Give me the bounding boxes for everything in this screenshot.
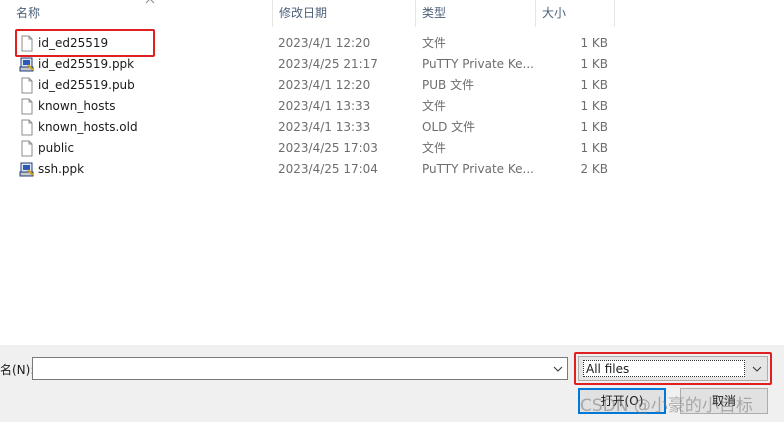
column-name-header[interactable]: 名称 xyxy=(10,0,272,27)
column-size-label: 大小 xyxy=(542,6,567,20)
column-date-label: 修改日期 xyxy=(279,6,328,20)
file-name: public xyxy=(38,141,75,155)
file-row[interactable]: public 2023/4/25 17:03 文件 1 KB xyxy=(0,138,784,159)
column-type-header[interactable]: 类型 xyxy=(415,0,535,27)
file-date: 2023/4/1 13:33 xyxy=(278,99,371,113)
file-date: 2023/4/25 21:17 xyxy=(278,57,378,71)
column-name-label: 名称 xyxy=(16,6,41,20)
cancel-button[interactable]: 取消 xyxy=(680,388,768,414)
file-size: 1 KB xyxy=(580,36,608,50)
file-size: 2 KB xyxy=(580,162,608,176)
filter-dropdown-button[interactable] xyxy=(749,360,765,377)
blank-file-icon xyxy=(21,119,33,136)
file-name: id_ed25519.ppk xyxy=(38,57,135,71)
sort-up-icon xyxy=(145,0,155,4)
file-row[interactable]: known_hosts 2023/4/1 13:33 文件 1 KB xyxy=(0,96,784,117)
file-size: 1 KB xyxy=(580,99,608,113)
file-size: 1 KB xyxy=(580,120,608,134)
column-date-header[interactable]: 修改日期 xyxy=(272,0,415,27)
file-name: ssh.ppk xyxy=(38,162,85,176)
file-list: 名称 修改日期 类型 大小 id_ed25519 2023/4/1 12:20 … xyxy=(0,0,784,345)
filename-label: 名(N): xyxy=(0,363,35,377)
file-type: PUB 文件 xyxy=(422,78,475,92)
filename-input[interactable] xyxy=(32,357,568,380)
file-name: id_ed25519 xyxy=(38,36,109,50)
filter-value: All files xyxy=(583,360,745,377)
file-type: 文件 xyxy=(422,99,447,113)
dialog-footer: 名(N): All files 打开(O) 取消 CSDN @小豪的小目标 xyxy=(0,345,784,422)
file-name: known_hosts.old xyxy=(38,120,138,134)
filename-dropdown-button[interactable] xyxy=(549,358,567,379)
file-row[interactable]: id_ed25519.ppk 2023/4/25 21:17 PuTTY Pri… xyxy=(0,54,784,75)
file-date: 2023/4/1 12:20 xyxy=(278,78,371,92)
file-row[interactable]: id_ed25519.pub 2023/4/1 12:20 PUB 文件 1 K… xyxy=(0,75,784,96)
file-row[interactable]: id_ed25519 2023/4/1 12:20 文件 1 KB xyxy=(0,33,784,54)
file-date: 2023/4/1 13:33 xyxy=(278,120,371,134)
column-header: 名称 修改日期 类型 大小 xyxy=(0,0,784,27)
file-size: 1 KB xyxy=(580,141,608,155)
file-size: 1 KB xyxy=(580,78,608,92)
open-button[interactable]: 打开(O) xyxy=(578,388,666,414)
file-type: PuTTY Private Ke... xyxy=(422,57,534,71)
file-type-filter[interactable]: All files xyxy=(578,356,768,381)
file-date: 2023/4/1 12:20 xyxy=(278,36,371,50)
file-row[interactable]: ssh.ppk 2023/4/25 17:04 PuTTY Private Ke… xyxy=(0,159,784,180)
blank-file-icon xyxy=(21,77,33,94)
putty-key-icon xyxy=(19,162,34,177)
column-type-label: 类型 xyxy=(422,6,447,20)
chevron-down-icon xyxy=(752,366,762,372)
file-name: id_ed25519.pub xyxy=(38,78,135,92)
file-row[interactable]: known_hosts.old 2023/4/1 13:33 OLD 文件 1 … xyxy=(0,117,784,138)
column-size-header[interactable]: 大小 xyxy=(535,0,615,27)
file-type: 文件 xyxy=(422,141,447,155)
file-size: 1 KB xyxy=(580,57,608,71)
file-date: 2023/4/25 17:03 xyxy=(278,141,378,155)
file-date: 2023/4/25 17:04 xyxy=(278,162,378,176)
blank-file-icon xyxy=(21,35,33,52)
chevron-down-icon xyxy=(553,366,563,372)
file-type: 文件 xyxy=(422,36,447,50)
file-name: known_hosts xyxy=(38,99,116,113)
putty-key-icon xyxy=(19,57,34,72)
file-type: OLD 文件 xyxy=(422,120,476,134)
file-type: PuTTY Private Ke... xyxy=(422,162,534,176)
blank-file-icon xyxy=(21,98,33,115)
blank-file-icon xyxy=(21,140,33,157)
